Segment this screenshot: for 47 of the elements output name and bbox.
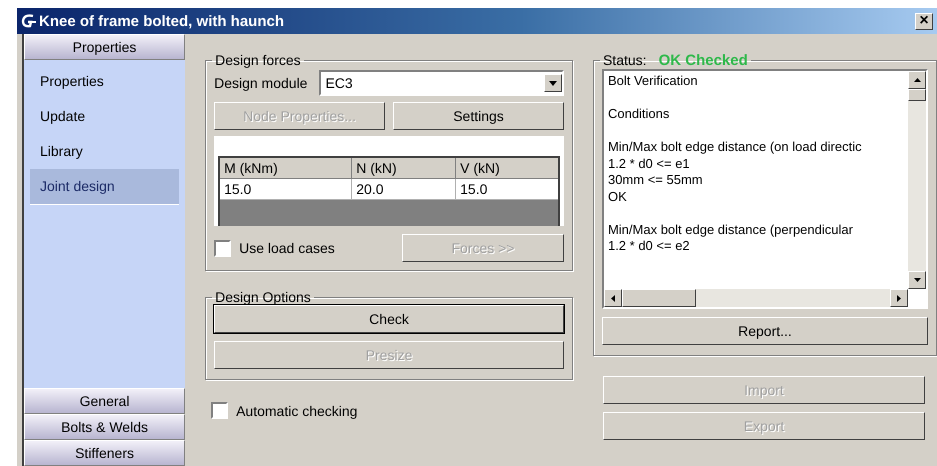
sidebar-tab[interactable]: General	[24, 388, 186, 414]
action-button[interactable]: Check	[214, 305, 564, 333]
checkbox-label: Use load cases	[239, 240, 335, 256]
report-button[interactable]: Report...	[602, 317, 928, 345]
horizontal-scrollbar[interactable]	[604, 289, 908, 307]
status-line: 1.2 * d0 <= e2	[608, 238, 691, 254]
sidebar-header[interactable]: Properties	[24, 34, 186, 60]
status-value: OK Checked	[658, 52, 748, 69]
scroll-thumb[interactable]	[908, 89, 926, 101]
checkbox[interactable]	[211, 402, 228, 419]
scroll-down-arrow-icon	[914, 278, 920, 282]
action-button[interactable]: Settings	[393, 102, 564, 130]
status-line: Conditions	[608, 106, 670, 122]
group-title: Design forces	[214, 52, 302, 68]
design-module-dropdown[interactable]: EC3	[319, 70, 564, 96]
column-header: M (kNm)	[219, 157, 352, 178]
status-line: Min/Max bolt edge distance (on load directic	[608, 139, 863, 156]
column-header: N (kN)	[352, 157, 456, 178]
table-cell[interactable]: 15.0	[456, 178, 559, 200]
logo-icon	[21, 14, 37, 28]
status-line: Bolt Verification	[608, 73, 699, 90]
table-cell[interactable]: 20.0	[352, 178, 456, 200]
status-label: Status:	[602, 52, 647, 68]
column-header: V (kN)	[456, 157, 559, 178]
sidebar-item[interactable]: Update	[30, 99, 180, 134]
group-title: Design Options	[214, 289, 312, 305]
scroll-thumb[interactable]	[622, 289, 696, 307]
dropdown-arrow-icon	[548, 80, 557, 86]
scroll-right-arrow-icon	[897, 294, 901, 302]
checkbox-label: Automatic checking	[236, 402, 358, 418]
scroll-up-arrow-icon	[914, 78, 920, 82]
vertical-scrollbar[interactable]	[908, 71, 926, 289]
sidebar-item[interactable]: Library	[30, 134, 180, 169]
status-line: 30mm <= 55mm	[608, 172, 704, 188]
status-line: Min/Max bolt edge distance (perpendicular	[608, 222, 854, 238]
close-button[interactable]: ×	[915, 12, 933, 30]
sidebar-tab[interactable]: Bolts & Welds	[24, 414, 186, 440]
sidebar-tab[interactable]: Stiffeners	[24, 440, 186, 466]
status-line: 1.2 * d0 <= e1	[608, 156, 691, 172]
sidebar-item[interactable]: Joint design	[30, 169, 180, 205]
sidebar-item[interactable]: Properties	[30, 64, 180, 99]
scroll-left-arrow-icon	[610, 294, 615, 302]
status-line: OK	[608, 188, 628, 205]
table-cell[interactable]: 15.0	[219, 178, 352, 200]
field-label: Design module	[214, 75, 308, 91]
checkbox[interactable]	[214, 240, 232, 256]
window-title: Knee of frame bolted, with haunch	[39, 12, 286, 30]
